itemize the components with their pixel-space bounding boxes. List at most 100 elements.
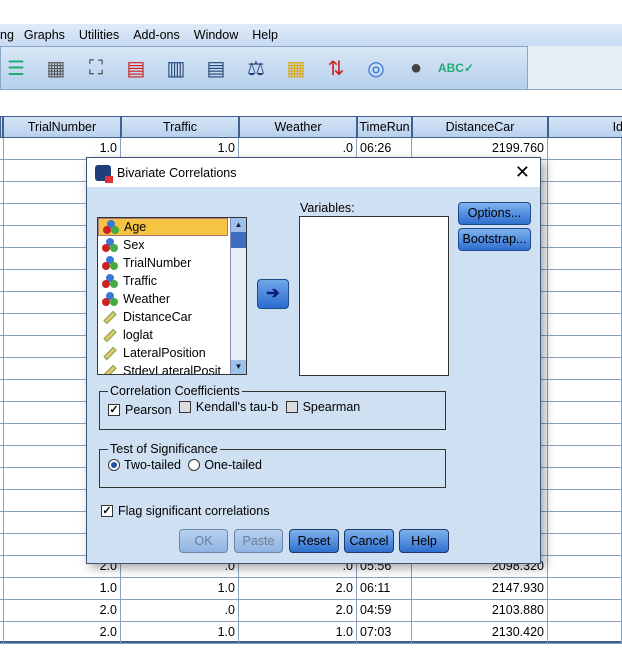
scroll-down-icon[interactable]: ▼	[231, 360, 246, 374]
table-cell[interactable]	[548, 578, 622, 600]
show-all-variables-icon[interactable]: ●	[401, 53, 431, 83]
value-labels-toggle-icon[interactable]: ⇅	[321, 53, 351, 83]
source-variable-list[interactable]: Age Sex TrialNumber Traffic Weather DistanceC…	[97, 217, 247, 375]
pearson-option[interactable]: ✓ Pearson	[108, 403, 172, 417]
table-cell[interactable]	[548, 622, 622, 644]
variable-list-item[interactable]: TrialNumber	[98, 254, 228, 272]
table-cell[interactable]	[548, 600, 622, 622]
table-cell[interactable]	[548, 358, 622, 380]
cancel-button[interactable]: Cancel	[344, 529, 394, 553]
table-cell[interactable]	[548, 556, 622, 578]
spearman-option[interactable]: Spearman	[285, 400, 360, 414]
variable-list-item[interactable]: Traffic	[98, 272, 228, 290]
variable-list-item[interactable]: DistanceCar	[98, 308, 228, 326]
table-cell[interactable]	[548, 380, 622, 402]
table-cell[interactable]	[548, 512, 622, 534]
menu-graphs[interactable]: Graphs	[24, 28, 65, 42]
table-cell[interactable]: 2103.880	[412, 600, 548, 622]
variable-list-item[interactable]: StdevLateralPosit	[98, 362, 228, 374]
table-cell[interactable]	[548, 314, 622, 336]
table-cell[interactable]: 1.0	[121, 622, 239, 644]
table-cell[interactable]	[548, 490, 622, 512]
table-cell[interactable]: 2147.930	[412, 578, 548, 600]
insert-cases-icon[interactable]: ▤	[121, 53, 151, 83]
menu-window[interactable]: Window	[194, 28, 238, 42]
options-button[interactable]: Options...	[458, 202, 531, 225]
select-cases-icon[interactable]: ▦	[281, 53, 311, 83]
close-icon[interactable]: ✕	[515, 162, 530, 183]
table-cell[interactable]: 1.0	[3, 578, 121, 600]
variables-icon[interactable]: ☰	[1, 53, 31, 83]
reset-button[interactable]: Reset	[289, 529, 339, 553]
table-cell[interactable]: .0	[121, 600, 239, 622]
flag-significant-option[interactable]: ✓ Flag significant correlations	[101, 504, 269, 518]
column-header-weather[interactable]: Weather	[239, 116, 357, 138]
table-cell[interactable]	[548, 424, 622, 446]
column-header-timerun[interactable]: TimeRun	[357, 116, 412, 138]
insert-variable-icon[interactable]: ▥	[161, 53, 191, 83]
split-file-icon[interactable]: ▤	[201, 53, 231, 83]
spearman-checkbox[interactable]	[285, 401, 298, 413]
move-to-variables-button[interactable]: ➔	[257, 279, 289, 309]
find-icon[interactable]: ⛶	[81, 53, 111, 83]
variable-list-item[interactable]: Weather	[98, 290, 228, 308]
table-cell[interactable]	[548, 226, 622, 248]
variables-list[interactable]	[299, 216, 449, 376]
table-cell[interactable]	[548, 160, 622, 182]
table-cell[interactable]: 06:11	[357, 578, 412, 600]
table-cell[interactable]: 2.0	[239, 600, 357, 622]
bootstrap-button[interactable]: Bootstrap...	[458, 228, 531, 251]
menu-help[interactable]: Help	[252, 28, 278, 42]
menu-utilities[interactable]: Utilities	[79, 28, 119, 42]
spell-check-icon[interactable]: ABC✓	[438, 53, 474, 83]
kendall-option[interactable]: Kendall's tau-b	[178, 400, 278, 414]
table-cell[interactable]: 2.0	[239, 578, 357, 600]
source-list-scrollbar[interactable]: ▲ ▼	[230, 218, 246, 374]
table-cell[interactable]	[548, 336, 622, 358]
table-cell[interactable]	[548, 468, 622, 490]
help-button[interactable]: Help	[399, 529, 449, 553]
table-cell[interactable]: 07:03	[357, 622, 412, 644]
variable-list-item[interactable]: LateralPosition	[98, 344, 228, 362]
pearson-checkbox[interactable]: ✓	[108, 404, 120, 416]
variable-list-item[interactable]: Age	[98, 218, 228, 236]
table-cell[interactable]	[548, 248, 622, 270]
table-cell[interactable]	[548, 402, 622, 424]
ok-button[interactable]: OK	[179, 529, 228, 553]
table-cell[interactable]	[548, 292, 622, 314]
paste-button[interactable]: Paste	[234, 529, 283, 553]
table-cell[interactable]: 2130.420	[412, 622, 548, 644]
use-sets-icon[interactable]: ◎	[361, 53, 391, 83]
weight-cases-icon[interactable]: ⚖	[241, 53, 271, 83]
table-cell[interactable]	[548, 182, 622, 204]
table-cell[interactable]: 1.0	[239, 622, 357, 644]
table-cell[interactable]: 04:59	[357, 600, 412, 622]
table-cell[interactable]: 2.0	[3, 622, 121, 644]
menu-add-ons[interactable]: Add-ons	[133, 28, 180, 42]
column-header-traffic[interactable]: Traffic	[121, 116, 239, 138]
value-labels-icon[interactable]: ▦	[41, 53, 71, 83]
table-cell[interactable]	[548, 446, 622, 468]
table-cell[interactable]: 2.0	[3, 600, 121, 622]
table-cell[interactable]	[548, 204, 622, 226]
one-tailed-option[interactable]: One-tailed	[188, 458, 262, 472]
flag-significant-checkbox[interactable]: ✓	[101, 505, 113, 517]
scroll-up-icon[interactable]: ▲	[231, 218, 246, 232]
column-header-trialnumber[interactable]: TrialNumber	[3, 116, 121, 138]
menu-transform[interactable]: ng	[0, 28, 14, 42]
kendall-checkbox[interactable]	[178, 401, 191, 413]
two-tailed-option[interactable]: Two-tailed	[108, 458, 181, 472]
column-header-distancecar[interactable]: DistanceCar	[412, 116, 548, 138]
flag-significant-label: Flag significant correlations	[118, 504, 270, 518]
variable-name: Weather	[123, 292, 171, 306]
scroll-thumb[interactable]	[231, 232, 246, 248]
table-cell[interactable]: 1.0	[121, 578, 239, 600]
table-cell[interactable]	[548, 534, 622, 556]
two-tailed-radio[interactable]	[108, 459, 120, 471]
column-header-id[interactable]: Id	[548, 116, 622, 138]
one-tailed-radio[interactable]	[188, 459, 201, 471]
table-cell[interactable]	[548, 270, 622, 292]
variable-list-item[interactable]: loglat	[98, 326, 228, 344]
variable-list-item[interactable]: Sex	[98, 236, 228, 254]
table-cell[interactable]	[548, 138, 622, 160]
